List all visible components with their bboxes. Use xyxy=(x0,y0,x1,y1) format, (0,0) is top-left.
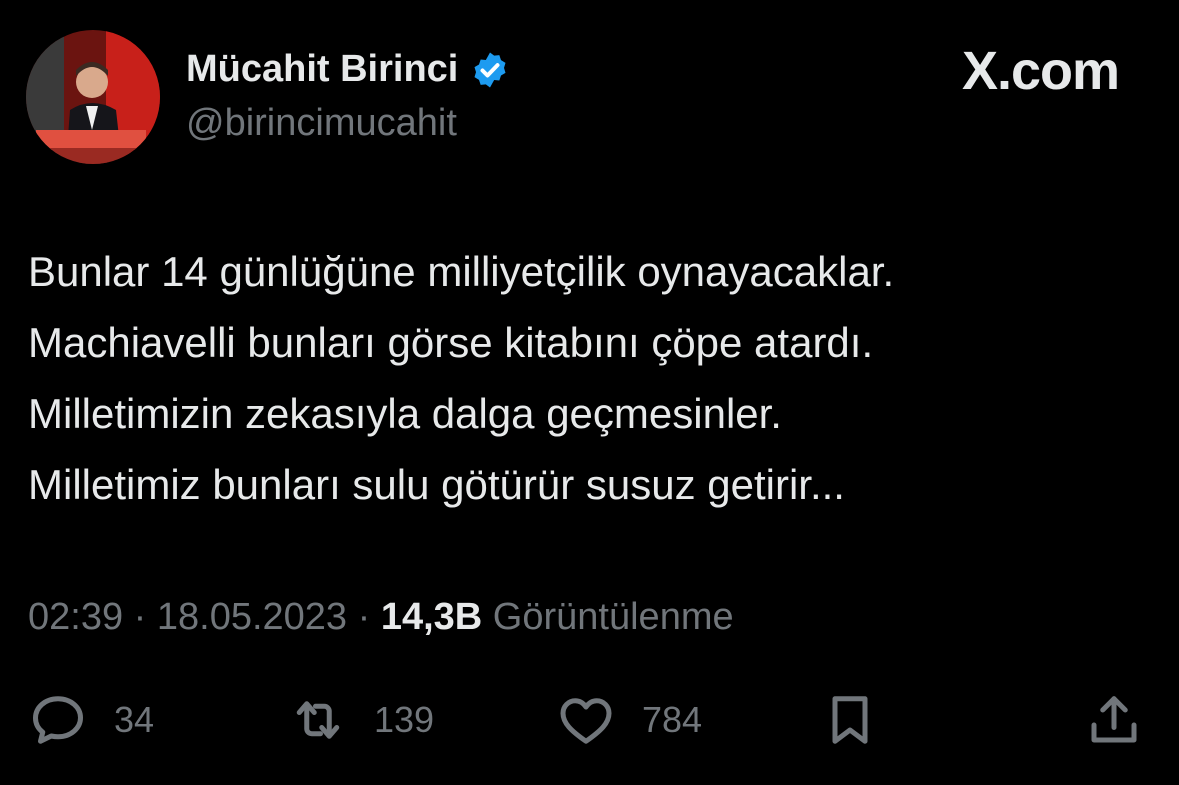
tweet-time[interactable]: 02:39 xyxy=(28,596,123,638)
author-name-text[interactable]: Mücahit Birinci xyxy=(186,48,458,91)
reply-button[interactable]: 34 xyxy=(28,680,154,760)
reply-count: 34 xyxy=(114,699,155,740)
repost-icon xyxy=(288,690,348,750)
heart-icon xyxy=(556,690,616,750)
verified-badge-icon xyxy=(470,50,510,90)
brand-logo: X.com xyxy=(961,41,1120,101)
tweet-line: Machiavelli bunları görse kitabını çöpe … xyxy=(28,319,874,366)
views-count[interactable]: 14,3B xyxy=(381,596,482,638)
tweet-line: Bunlar 14 günlüğüne milliyetçilik oynaya… xyxy=(28,248,895,295)
tweet-line: Milletimiz bunları sulu götürür susuz ge… xyxy=(28,461,845,508)
avatar-photo xyxy=(26,30,160,164)
meta-separator: · xyxy=(347,596,381,638)
repost-count: 139 xyxy=(374,699,435,740)
tweet-date[interactable]: 18.05.2023 xyxy=(157,596,347,638)
bookmark-icon xyxy=(820,690,880,750)
tweet-text: Bunlar 14 günlüğüne milliyetçilik oynaya… xyxy=(28,236,1148,520)
share-icon xyxy=(1084,690,1144,750)
like-count: 784 xyxy=(642,699,703,740)
views-label: Görüntülenme xyxy=(482,596,734,638)
bookmark-button[interactable] xyxy=(820,680,880,760)
meta-separator: · xyxy=(123,596,157,638)
author-name[interactable]: Mücahit Birinci xyxy=(186,48,510,91)
tweet-line: Milletimizin zekasıyla dalga geçmesinler… xyxy=(28,390,782,437)
author-avatar[interactable] xyxy=(26,30,160,164)
author-handle[interactable]: @birincimucahit xyxy=(186,102,457,145)
repost-button[interactable]: 139 xyxy=(288,680,434,760)
like-button[interactable]: 784 xyxy=(556,680,702,760)
reply-icon xyxy=(28,690,88,750)
action-bar: 34 139 784 xyxy=(0,680,1179,760)
share-button[interactable] xyxy=(1084,680,1144,760)
tweet-meta: 02:39 · 18.05.2023 · 14,3B Görüntülenme xyxy=(28,596,734,639)
